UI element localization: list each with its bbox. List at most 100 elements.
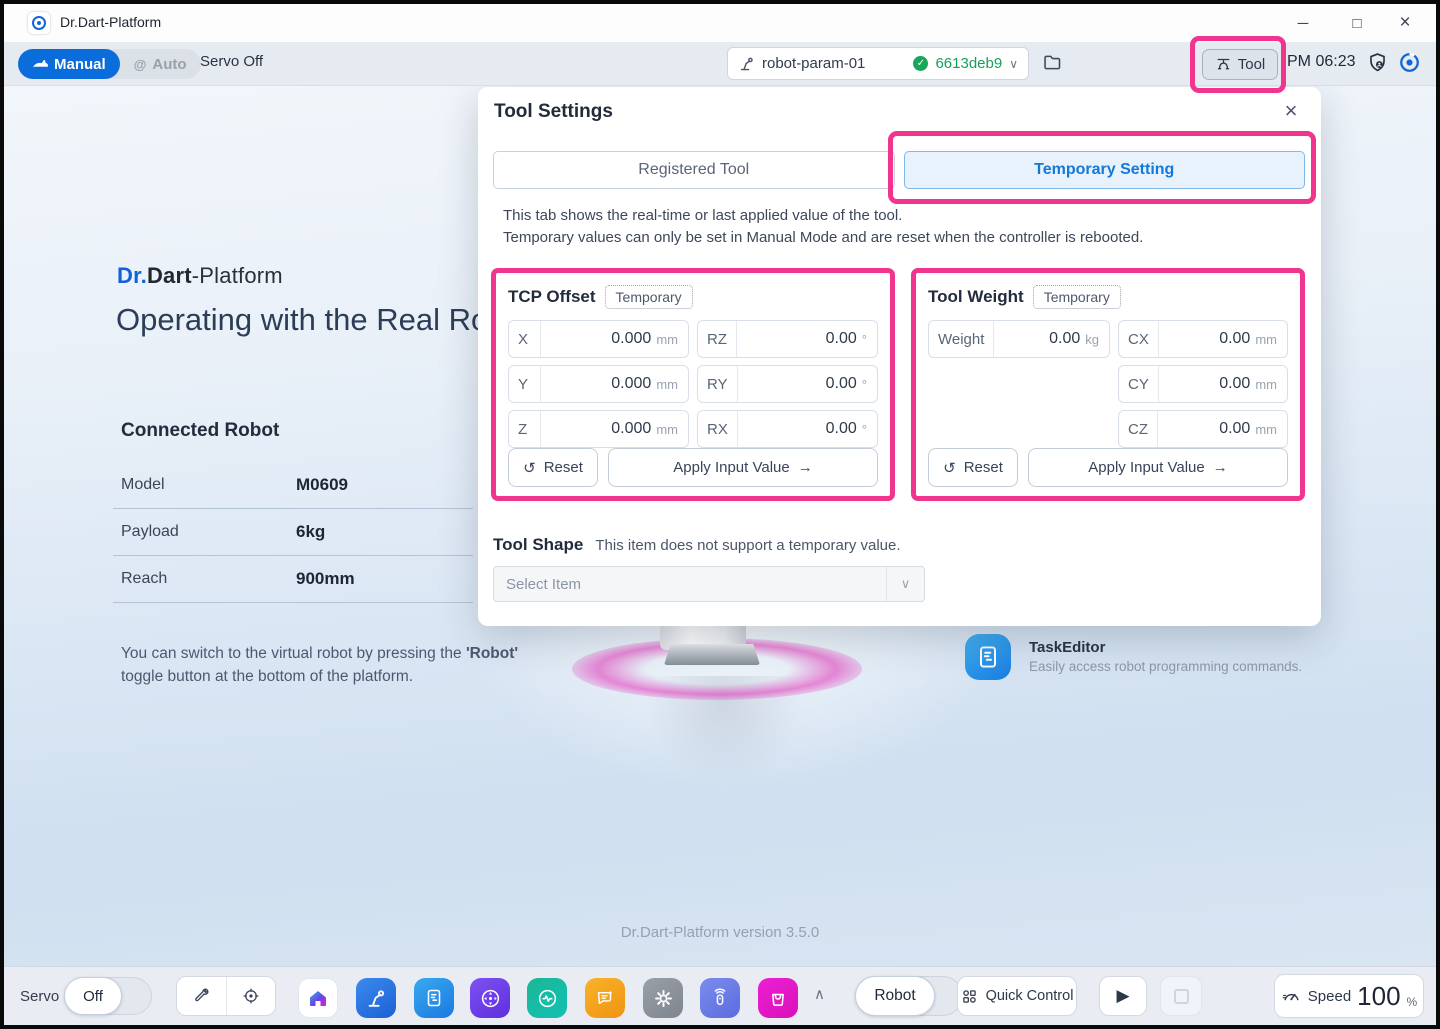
play-icon: ▶ — [1116, 986, 1129, 1006]
home-icon — [306, 986, 330, 1010]
robot-base-flange — [664, 644, 760, 665]
tool-gripper-icon — [1215, 56, 1232, 73]
manual-mode-button[interactable]: Manual — [18, 49, 120, 79]
speed-control[interactable]: Speed 100 % — [1274, 974, 1424, 1018]
stop-button[interactable] — [1160, 976, 1202, 1016]
tool-utility-group — [176, 976, 276, 1016]
modal-tabs: Registered Tool Temporary Setting — [493, 151, 1305, 189]
dock-expand-chevron[interactable]: ∧ — [814, 985, 825, 1003]
maximize-button[interactable]: □ — [1336, 4, 1378, 42]
chevron-down-icon[interactable]: ∨ — [1009, 57, 1018, 71]
virtual-robot-hint: You can switch to the virtual robot by p… — [121, 642, 571, 688]
servo-toggle[interactable]: Off — [64, 977, 152, 1015]
tool-weight-section: Tool Weight Temporary Weight 0.00kg CX 0… — [911, 268, 1305, 501]
cy-input[interactable]: CY 0.00mm — [1118, 365, 1288, 403]
tab-temporary-setting[interactable]: Temporary Setting — [904, 151, 1306, 189]
tool-settings-modal: Tool Settings × Registered Tool Temporar… — [478, 87, 1321, 626]
servo-status-text: Servo Off — [200, 53, 263, 70]
cx-input[interactable]: CX 0.00mm — [1118, 320, 1288, 358]
taskeditor-subtitle: Easily access robot programming commands… — [1029, 659, 1302, 674]
version-text: Dr.Dart-Platform version 3.5.0 — [4, 924, 1436, 941]
app-logo-icon — [28, 12, 50, 34]
reset-icon: ↺ — [943, 459, 956, 477]
dock-icon-jog[interactable] — [470, 978, 510, 1018]
quick-control-button[interactable]: Quick Control — [957, 976, 1077, 1016]
weight-input[interactable]: Weight 0.00kg — [928, 320, 1110, 358]
tcp-z-input[interactable]: Z 0.000mm — [508, 410, 689, 448]
tcp-ry-input[interactable]: RY 0.00° — [697, 365, 878, 403]
tcp-x-input[interactable]: X 0.000mm — [508, 320, 689, 358]
speedometer-icon — [1281, 986, 1302, 1007]
dock-icon-monitoring[interactable] — [527, 978, 567, 1018]
tool-shape-note: This item does not support a temporary v… — [595, 537, 900, 554]
robot-virtual-toggle[interactable]: Robot — [855, 976, 963, 1016]
commit-check-icon: ✓ — [913, 56, 928, 71]
reset-icon: ↺ — [523, 459, 536, 477]
modal-close-icon[interactable]: × — [1275, 95, 1307, 127]
robot-param-selector[interactable]: robot-param-01 ✓ 6613deb9 ∨ — [727, 47, 1029, 80]
dock-icon-store[interactable] — [758, 978, 798, 1018]
shopping-bag-icon — [767, 987, 789, 1009]
tcp-y-input[interactable]: Y 0.000mm — [508, 365, 689, 403]
tool-shape-title: Tool Shape — [493, 535, 583, 555]
jog-pad-icon — [479, 987, 502, 1010]
tool-button[interactable]: Tool — [1202, 49, 1278, 80]
pulse-icon — [536, 987, 559, 1010]
drdart-logo: Dr.Dart-Platform — [117, 263, 283, 289]
modal-title: Tool Settings — [494, 101, 613, 123]
dock-icon-taskeditor[interactable] — [414, 978, 454, 1018]
tcp-apply-button[interactable]: Apply Input Value → — [608, 448, 878, 487]
commit-id: 6613deb9 — [935, 55, 1002, 72]
table-row: Payload 6kg — [113, 509, 473, 556]
weight-reset-button[interactable]: ↺ Reset — [928, 448, 1018, 487]
tcp-offset-section: TCP Offset Temporary X 0.000mm RZ 0.00° … — [491, 268, 895, 501]
message-icon — [594, 987, 616, 1009]
weight-apply-button[interactable]: Apply Input Value → — [1028, 448, 1288, 487]
open-folder-button[interactable] — [1042, 52, 1063, 73]
param-name: robot-param-01 — [762, 55, 865, 72]
dock-icon-settings[interactable] — [643, 978, 683, 1018]
arrow-right-icon: → — [798, 459, 813, 476]
toolbar: Manual @ Auto Servo Off robot-param-01 ✓… — [4, 42, 1436, 86]
tab-registered-tool[interactable]: Registered Tool — [493, 151, 895, 189]
dock-icon-robot[interactable] — [356, 978, 396, 1018]
robot-arm-icon — [738, 55, 755, 72]
servo-label: Servo — [20, 988, 59, 1005]
chevron-down-icon: ∨ — [886, 567, 924, 601]
auto-mode-button[interactable]: @ Auto — [120, 49, 201, 79]
close-button[interactable]: × — [1384, 4, 1426, 42]
stop-icon — [1174, 989, 1189, 1004]
connected-robot-title: Connected Robot — [121, 420, 279, 442]
gear-icon — [652, 987, 675, 1010]
dock-icon-log[interactable] — [585, 978, 625, 1018]
tcp-rx-input[interactable]: RX 0.00° — [697, 410, 878, 448]
arrow-right-icon: → — [1213, 459, 1228, 476]
taskeditor-icon — [965, 634, 1011, 680]
jog-move-button[interactable] — [226, 977, 276, 1015]
window-title: Dr.Dart-Platform — [60, 14, 161, 30]
app-window: Dr.Dart-Platform ─ □ × Manual @ Auto Ser… — [4, 4, 1436, 1025]
dock-icon-home[interactable] — [298, 978, 338, 1018]
safety-user-button[interactable] — [1366, 51, 1389, 74]
temporary-badge: Temporary — [605, 285, 693, 309]
clock: PM 06:23 — [1287, 53, 1355, 71]
tcp-reset-button[interactable]: ↺ Reset — [508, 448, 598, 487]
remote-control-icon — [709, 987, 731, 1009]
wrench-button[interactable] — [177, 977, 226, 1015]
tool-shape-select[interactable]: Select Item ∨ — [493, 566, 925, 602]
main-area: Dr.Dart-Platform Operating with the Real… — [4, 86, 1436, 966]
taskeditor-card[interactable]: TaskEditor Easily access robot programmi… — [965, 634, 1302, 680]
dart-target-button[interactable] — [1398, 51, 1421, 74]
tcp-rz-input[interactable]: RZ 0.00° — [697, 320, 878, 358]
bottom-bar: Servo Off — [4, 966, 1436, 1025]
hero-heading: Operating with the Real Ro — [116, 302, 488, 338]
title-bar: Dr.Dart-Platform ─ □ × — [4, 4, 1436, 42]
cz-input[interactable]: CZ 0.00mm — [1118, 410, 1288, 448]
screenshot-frame: Dr.Dart-Platform ─ □ × Manual @ Auto Ser… — [0, 0, 1440, 1029]
connected-robot-table: Model M0609 Payload 6kg Reach 900mm — [113, 462, 473, 603]
dock-icon-remote[interactable] — [700, 978, 740, 1018]
minimize-button[interactable]: ─ — [1282, 4, 1324, 42]
play-button[interactable]: ▶ — [1099, 976, 1147, 1016]
temporary-badge: Temporary — [1033, 285, 1121, 309]
turtle-icon: @ — [134, 57, 147, 72]
